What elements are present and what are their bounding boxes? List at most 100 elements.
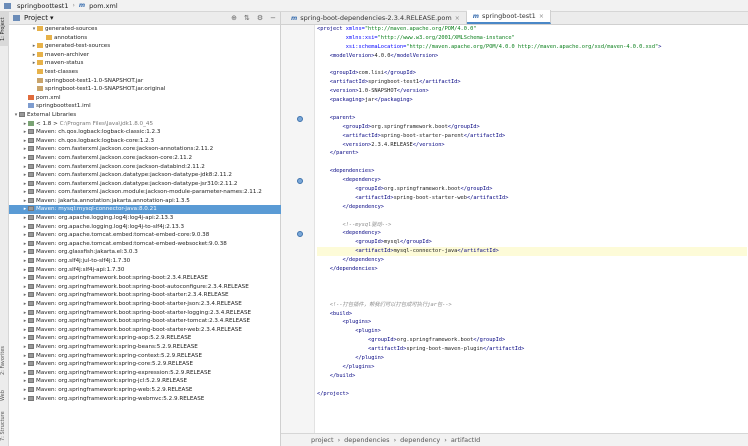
- editor-tab[interactable]: m spring-boot-dependencies-2.3.4.RELEASE.…: [285, 12, 467, 24]
- tree-row[interactable]: springboottest1.iml: [9, 102, 281, 111]
- code-line[interactable]: </project>: [317, 390, 747, 399]
- code-line[interactable]: <build>: [317, 310, 747, 319]
- project-tool-tab[interactable]: 1: Project: [0, 12, 9, 46]
- code-line[interactable]: <packaging>jar</packaging>: [317, 96, 747, 105]
- code-line[interactable]: xsi:schemaLocation="http://maven.apache.…: [317, 43, 747, 52]
- tree-row[interactable]: ▸ Maven: org.springframework:spring-core:…: [9, 360, 281, 369]
- breadcrumb-file[interactable]: pom.xml: [89, 2, 118, 10]
- code-line[interactable]: <dependencies>: [317, 167, 747, 176]
- tree-row[interactable]: pom.xml: [9, 94, 281, 103]
- tree-row[interactable]: ▸ Maven: jakarta.annotation:jakarta.annot…: [9, 197, 281, 206]
- tree-row[interactable]: ▸ Maven: org.springframework.boot:spring-…: [9, 317, 281, 326]
- tree-row[interactable]: ▸ Maven: com.fasterxml.jackson.core:jacks…: [9, 145, 281, 154]
- project-view-selector[interactable]: Project ▾: [13, 14, 53, 22]
- code-line[interactable]: [317, 292, 747, 301]
- tree-row[interactable]: springboot-test1-1.0-SNAPSHOT.jar: [9, 77, 281, 86]
- code-line[interactable]: <groupId>org.springframework.boot</group…: [317, 123, 747, 132]
- tree-row[interactable]: ▸ Maven: org.slf4j:slf4j-api:1.7.30: [9, 266, 281, 275]
- breadcrumb-item[interactable]: dependency: [400, 436, 440, 444]
- code-line[interactable]: <groupId>org.springframework.boot</group…: [317, 336, 747, 345]
- hide-icon[interactable]: −: [270, 14, 276, 22]
- tree-row[interactable]: ▸ < 1.8 > C:\Program Files\Java\jdk1.8.0_…: [9, 120, 281, 129]
- tree-row[interactable]: ▸ Maven: org.springframework:spring-aop:5…: [9, 334, 281, 343]
- web-tool-tab[interactable]: Web: [0, 388, 9, 404]
- close-icon[interactable]: ×: [539, 13, 544, 20]
- code-line[interactable]: <project xmlns="http://maven.apache.org/…: [317, 25, 747, 34]
- tree-row[interactable]: annotations: [9, 34, 281, 43]
- code-line[interactable]: [317, 105, 747, 114]
- breadcrumb-project[interactable]: springboottest1: [17, 2, 68, 10]
- code-line[interactable]: xmlns:xsi="http://www.w3.org/2001/XMLSch…: [317, 34, 747, 43]
- tree-row[interactable]: ▸ maven-archiver: [9, 51, 281, 60]
- code-line[interactable]: <dependency>: [317, 229, 747, 238]
- code-line[interactable]: </dependency>: [317, 203, 747, 212]
- tree-row[interactable]: ▸ Maven: org.springframework.boot:spring-…: [9, 283, 281, 292]
- code-line[interactable]: <!--打包插件，帮我们可以打包成可执行jar包-->: [317, 301, 747, 310]
- code-line[interactable]: [317, 61, 747, 70]
- code-line[interactable]: [317, 212, 747, 221]
- tree-row[interactable]: ▸ Maven: com.fasterxml.jackson.datatype:j…: [9, 180, 281, 189]
- code-line[interactable]: <version>1.0-SNAPSHOT</version>: [317, 87, 747, 96]
- breadcrumb-item[interactable]: artifactId: [451, 436, 480, 444]
- tree-row[interactable]: ▸ Maven: org.glassfish:jakarta.el:3.0.3: [9, 248, 281, 257]
- code-line[interactable]: </plugins>: [317, 363, 747, 372]
- code-line[interactable]: <plugin>: [317, 327, 747, 336]
- tree-row[interactable]: ▸ Maven: org.springframework.boot:spring-…: [9, 300, 281, 309]
- code-editor[interactable]: <project xmlns="http://maven.apache.org/…: [317, 25, 747, 433]
- tree-row[interactable]: ▸ Maven: org.springframework.boot:spring-…: [9, 326, 281, 335]
- tree-row[interactable]: ▾ generated-sources: [9, 25, 281, 34]
- tree-row[interactable]: ▸ Maven: org.springframework:spring-conte…: [9, 352, 281, 361]
- tree-row[interactable]: ▸ Maven: com.fasterxml.jackson.module:jac…: [9, 188, 281, 197]
- code-line[interactable]: <artifactId>mysql-connector-java</artifa…: [317, 247, 747, 257]
- tree-row[interactable]: ▸ Maven: com.fasterxml.jackson.core:jacks…: [9, 154, 281, 163]
- tree-row[interactable]: ▸ Maven: com.fasterxml.jackson.datatype:j…: [9, 171, 281, 180]
- code-line[interactable]: </dependency>: [317, 256, 747, 265]
- tree-row[interactable]: ▸ Maven: org.springframework:spring-webmv…: [9, 395, 281, 404]
- code-line[interactable]: <groupId>com.lisi</groupId>: [317, 69, 747, 78]
- code-line[interactable]: <groupId>mysql</groupId>: [317, 238, 747, 247]
- tree-row[interactable]: ▸ Maven: org.springframework.boot:spring-…: [9, 274, 281, 283]
- code-line[interactable]: [317, 158, 747, 167]
- tree-row[interactable]: ▸ Maven: org.springframework:spring-expre…: [9, 369, 281, 378]
- tree-row[interactable]: ▾ External Libraries: [9, 111, 281, 120]
- editor-tab[interactable]: m springboot-test1 ×: [466, 10, 551, 24]
- collapse-all-icon[interactable]: ⇅: [244, 14, 250, 22]
- tree-row[interactable]: ▸ Maven: ch.qos.logback:logback-core:1.2.…: [9, 137, 281, 146]
- tree-row[interactable]: ▸ generated-test-sources: [9, 42, 281, 51]
- code-line[interactable]: <groupId>org.springframework.boot</group…: [317, 185, 747, 194]
- tree-row[interactable]: ▸ maven-status: [9, 59, 281, 68]
- code-line[interactable]: <modelVersion>4.0.0</modelVersion>: [317, 52, 747, 61]
- tree-row[interactable]: ▸ Maven: com.fasterxml.jackson.core:jacks…: [9, 163, 281, 172]
- tree-row[interactable]: ▸ Maven: org.springframework.boot:spring-…: [9, 291, 281, 300]
- tree-row[interactable]: ▸ Maven: org.apache.tomcat.embed:tomcat-e…: [9, 231, 281, 240]
- locate-icon[interactable]: ⊕: [231, 14, 237, 22]
- gutter-navigate-icon[interactable]: [297, 231, 303, 238]
- close-icon[interactable]: ×: [455, 15, 460, 22]
- tree-row[interactable]: ▸ Maven: mysql:mysql-connector-java:8.0.2…: [9, 205, 281, 215]
- tree-row[interactable]: ▸ Maven: org.apache.logging.log4j:log4j-t…: [9, 223, 281, 232]
- tree-row[interactable]: ▸ Maven: org.slf4j:jul-to-slf4j:1.7.30: [9, 257, 281, 266]
- code-line[interactable]: <artifactId>springboot-test1</artifactId…: [317, 78, 747, 87]
- tree-row[interactable]: ▸ Maven: org.apache.logging.log4j:log4j-a…: [9, 214, 281, 223]
- tree-row[interactable]: ▸ Maven: org.apache.tomcat.embed:tomcat-e…: [9, 240, 281, 249]
- tree-row[interactable]: ▸ Maven: org.springframework:spring-jcl:5…: [9, 377, 281, 386]
- code-line[interactable]: [317, 381, 747, 390]
- tree-row[interactable]: ▸ Maven: org.springframework.boot:spring-…: [9, 309, 281, 318]
- gear-icon[interactable]: ⚙: [257, 14, 263, 22]
- gutter-navigate-icon[interactable]: [297, 177, 303, 184]
- breadcrumb-item[interactable]: dependencies: [344, 436, 389, 444]
- code-line[interactable]: <dependency>: [317, 176, 747, 185]
- code-line[interactable]: <artifactId>spring-boot-maven-plugin</ar…: [317, 345, 747, 354]
- favorites-tool-tab[interactable]: 2: Favorites: [0, 342, 9, 378]
- structure-tool-tab[interactable]: 7: Structure: [0, 408, 9, 444]
- code-line[interactable]: </plugin>: [317, 354, 747, 363]
- tree-row[interactable]: ▸ Maven: ch.qos.logback:logback-classic:1…: [9, 128, 281, 137]
- code-line[interactable]: <version>2.3.4.RELEASE</version>: [317, 141, 747, 150]
- code-line[interactable]: <parent>: [317, 114, 747, 123]
- code-line[interactable]: </dependencies>: [317, 265, 747, 274]
- breadcrumb-item[interactable]: project: [311, 436, 334, 444]
- code-line[interactable]: <artifactId>spring-boot-starter-web</art…: [317, 194, 747, 203]
- code-line[interactable]: <!--mysql驱动-->: [317, 221, 747, 230]
- tree-row[interactable]: test-classes: [9, 68, 281, 77]
- gutter-navigate-icon[interactable]: [297, 115, 303, 122]
